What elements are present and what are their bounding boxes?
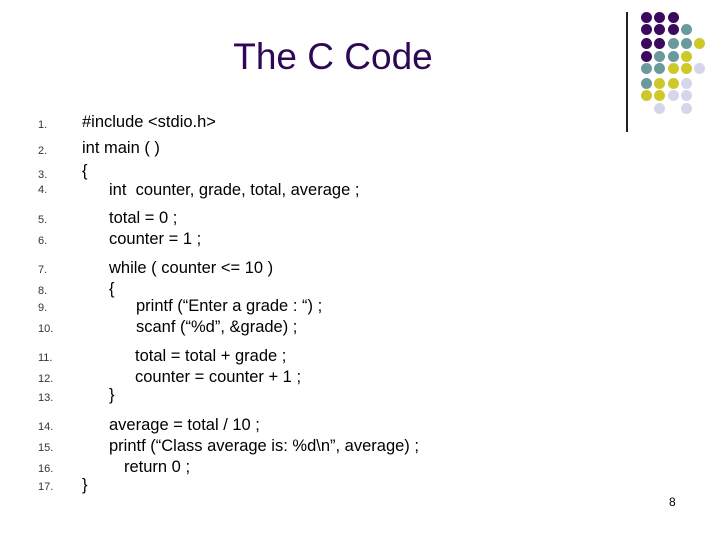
decorative-dot [641,24,652,35]
decorative-dot [654,78,665,89]
decorative-dot [668,63,679,74]
line-number: 17. [38,481,54,493]
decorative-dot [668,90,679,101]
code-line: } [109,386,115,404]
line-number: 9. [38,302,48,314]
decorative-dot [654,24,665,35]
line-number: 7. [38,264,48,276]
code-line: scanf (“%d”, &grade) ; [136,318,298,336]
decorative-dot [668,51,679,62]
code-line: total = total + grade ; [135,347,287,365]
decorative-dot [641,38,652,49]
line-number: 11. [38,352,53,364]
decorative-dot [654,51,665,62]
decorative-dot [694,38,705,49]
code-line: return 0 ; [124,458,191,476]
line-number: 8. [38,285,48,297]
decorative-dot [668,24,679,35]
decorative-dot [681,78,692,89]
decorative-dot [694,63,705,74]
decorative-dot [681,90,692,101]
code-line: int counter, grade, total, average ; [109,181,360,199]
decorative-dot [654,38,665,49]
decorative-divider [626,12,628,132]
decorative-dot [668,12,679,23]
code-line: } [82,476,88,494]
decorative-dot [641,63,652,74]
decorative-dot [641,51,652,62]
decorative-dot [681,24,692,35]
decorative-dot [641,12,652,23]
decorative-dot [668,38,679,49]
line-number: 16. [38,463,54,475]
code-line: average = total / 10 ; [109,416,260,434]
line-number: 5. [38,214,48,226]
code-line: int main ( ) [82,139,160,157]
decorative-dot [654,12,665,23]
slide-title: The C Code [233,36,433,77]
line-number: 12. [38,373,54,385]
line-number: 1. [38,119,48,131]
code-line: while ( counter <= 10 ) [109,259,274,277]
code-line: printf (“Class average is: %d\n”, averag… [109,437,419,455]
decorative-dot [668,78,679,89]
line-number: 4. [38,184,48,196]
line-number: 15. [38,442,54,454]
line-number: 14. [38,421,54,433]
line-number: 10. [38,323,54,335]
code-line: #include <stdio.h> [82,113,216,131]
line-number: 13. [38,392,54,404]
decorative-dot [681,63,692,74]
line-number: 6. [38,235,48,247]
page-number: 8 [669,495,676,509]
decorative-dot [641,78,652,89]
decorative-dot [654,90,665,101]
decorative-dot [681,51,692,62]
code-line: printf (“Enter a grade : “) ; [136,297,323,315]
code-line: counter = 1 ; [109,230,202,248]
decorative-dot [641,90,652,101]
decorative-dot [654,63,665,74]
decorative-dot [654,103,665,114]
decorative-dot [681,103,692,114]
decorative-dot [681,38,692,49]
line-number: 3. [38,169,48,181]
code-line: { [82,162,88,180]
line-number: 2. [38,145,48,157]
code-line: { [109,280,115,298]
code-line: total = 0 ; [109,209,178,227]
code-line: counter = counter + 1 ; [135,368,302,386]
